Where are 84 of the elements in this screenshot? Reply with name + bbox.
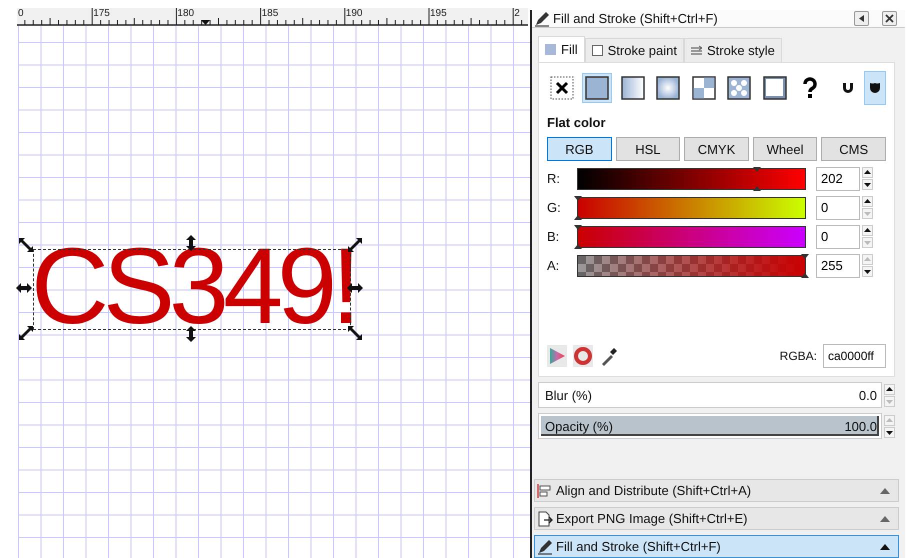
field-value: 100.0 <box>844 418 877 434</box>
dock-bar[interactable]: Fill and Stroke (Shift+Ctrl+F) <box>534 535 899 558</box>
slider-field[interactable]: Opacity (%) 100.0 <box>538 413 882 439</box>
dock-bar[interactable]: Export PNG Image (Shift+Ctrl+E) <box>534 507 899 530</box>
ruler-label: 180 <box>177 8 196 19</box>
channel-label: B: <box>547 229 560 244</box>
color-triangle-icon[interactable] <box>547 345 567 367</box>
collapse-button[interactable] <box>854 11 869 26</box>
pen-icon <box>537 538 553 554</box>
spin-up-icon[interactable] <box>862 225 873 236</box>
slider-thumb[interactable] <box>574 224 582 248</box>
canvas-text[interactable]: CS349! <box>31 232 356 340</box>
mode-label: Flat color <box>547 115 607 130</box>
mode-button[interactable]: Wheel <box>752 137 818 161</box>
caret-up-icon <box>880 544 890 550</box>
scale-handle[interactable] <box>347 325 363 341</box>
framed-square-icon <box>762 76 787 100</box>
field-label: Opacity (%) <box>545 418 613 434</box>
flat-square-icon <box>585 76 610 100</box>
spin-down-icon[interactable] <box>884 426 895 438</box>
x-icon <box>550 76 574 100</box>
slider-thumb[interactable] <box>801 254 809 278</box>
rgba-label: RGBA: <box>780 349 817 363</box>
scale-handle[interactable] <box>18 325 34 341</box>
slider-track[interactable] <box>577 254 806 276</box>
mode-button[interactable]: HSL <box>616 137 680 161</box>
caret-up-icon <box>880 516 890 522</box>
number-field[interactable]: 0 <box>816 196 860 220</box>
paint-type-button[interactable] <box>582 73 612 103</box>
tab[interactable]: Stroke style <box>684 38 782 62</box>
mode-button[interactable]: CMYK <box>684 137 749 161</box>
triangle-left-icon <box>857 14 866 23</box>
lines-icon <box>690 45 702 56</box>
channel-label: R: <box>547 171 561 186</box>
stretch-handle[interactable] <box>16 282 32 294</box>
dock-bar[interactable]: Align and Distribute (Shift+Ctrl+A) <box>534 479 899 502</box>
shield-icon <box>868 81 882 95</box>
slider-field[interactable]: Blur (%) 0.0 <box>538 382 882 408</box>
pen-icon <box>534 10 550 26</box>
stretch-handle[interactable] <box>185 326 197 342</box>
spin-up-icon[interactable] <box>862 167 873 178</box>
channel-label: A: <box>547 258 560 273</box>
gradient-square-icon <box>620 76 645 100</box>
ruler-label: 0 <box>18 8 25 19</box>
horseshoe-icon <box>840 81 855 95</box>
slider-track[interactable] <box>577 196 806 218</box>
number-field[interactable]: 202 <box>816 166 860 190</box>
empty-square-icon <box>592 45 603 56</box>
slider-track[interactable] <box>577 226 806 248</box>
fill-rule-button[interactable] <box>864 71 886 105</box>
spin-down-icon[interactable] <box>862 179 873 190</box>
ruler-label: 175 <box>93 8 111 19</box>
slider-thumb[interactable] <box>574 196 582 220</box>
spin-up-icon[interactable] <box>862 196 873 207</box>
close-button[interactable] <box>882 11 897 26</box>
dialog-title: Fill and Stroke (Shift+Ctrl+F) <box>553 11 719 26</box>
field-value: 0.0 <box>858 388 877 402</box>
mode-button[interactable]: CMS <box>821 137 886 161</box>
slider-track[interactable] <box>577 168 806 190</box>
field-label: Blur (%) <box>545 388 592 402</box>
scale-handle[interactable] <box>18 237 34 253</box>
ruler-label: 195 <box>430 8 448 19</box>
checker-square-icon <box>692 76 716 100</box>
radial-square-icon <box>656 76 680 100</box>
align-icon <box>537 482 553 498</box>
channel-label: G: <box>547 200 562 215</box>
tab[interactable]: Stroke paint <box>584 38 684 62</box>
spin-down-icon[interactable] <box>862 266 873 277</box>
ruler-label: 190 <box>346 8 364 19</box>
rgba-field[interactable]: ca0000ff <box>823 344 886 368</box>
color-wheel-icon[interactable] <box>573 345 593 367</box>
ruler-label: 185 <box>262 8 280 19</box>
number-field[interactable]: 255 <box>816 254 860 278</box>
number-field[interactable]: 0 <box>816 224 860 248</box>
spin-up-icon[interactable] <box>884 384 895 394</box>
mode-button[interactable]: RGB <box>547 137 612 161</box>
close-icon <box>885 14 894 23</box>
ruler-label: 2 <box>514 8 521 19</box>
square-icon <box>545 44 556 55</box>
slider-thumb[interactable] <box>753 166 762 190</box>
page-arrow-icon <box>537 510 553 526</box>
caret-up-icon <box>880 488 890 494</box>
dots-square-icon <box>727 76 752 100</box>
tab[interactable]: Fill <box>538 36 585 62</box>
